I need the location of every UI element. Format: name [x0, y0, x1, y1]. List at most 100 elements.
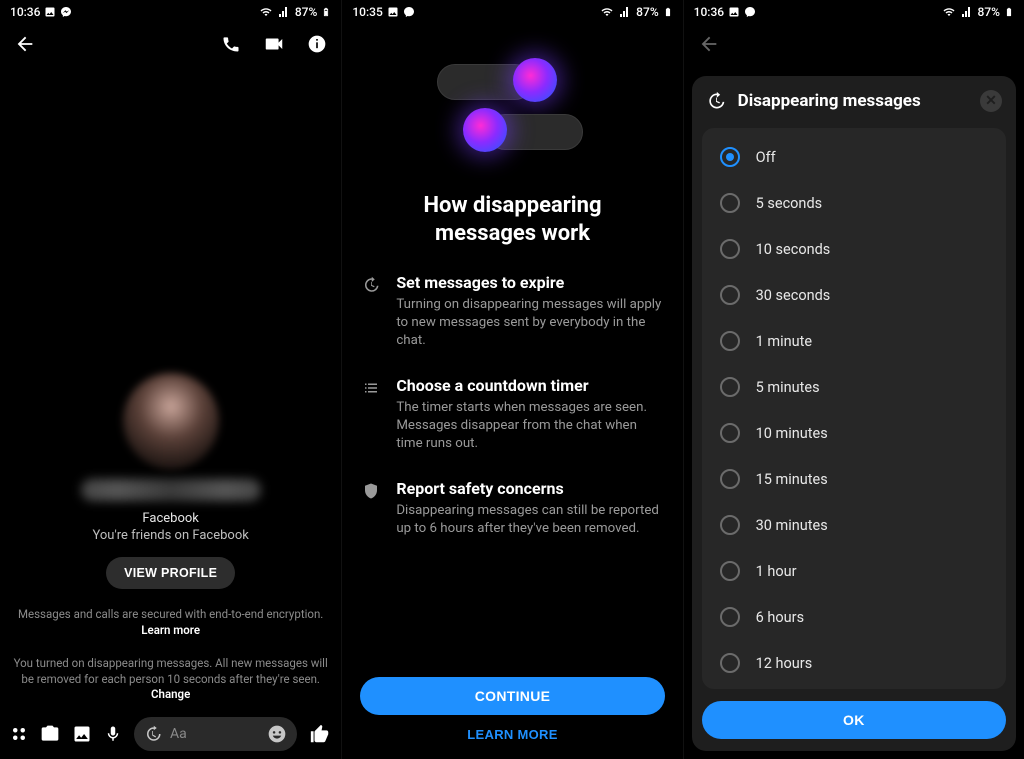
- feature-title: Report safety concerns: [396, 479, 664, 498]
- duration-option[interactable]: 5 seconds: [706, 180, 1002, 226]
- duration-option[interactable]: 1 minute: [706, 318, 1002, 364]
- radio-icon: [720, 607, 740, 627]
- wifi-icon: [600, 6, 614, 18]
- learn-more-button[interactable]: LEARN MORE: [360, 717, 664, 751]
- duration-option[interactable]: 15 minutes: [706, 456, 1002, 502]
- toggle-illustration: [427, 54, 597, 174]
- sheet-title: Disappearing messages: [738, 91, 968, 111]
- shield-icon: [360, 479, 382, 538]
- page-title: How disappearing messages work: [423, 192, 601, 247]
- wifi-icon: [259, 6, 273, 18]
- image-icon: [387, 6, 399, 18]
- duration-option-label: Off: [756, 149, 776, 166]
- radio-icon: [720, 653, 740, 673]
- duration-option-label: 12 hours: [756, 655, 813, 672]
- duration-option-label: 5 seconds: [756, 195, 822, 212]
- history-icon: [706, 91, 726, 111]
- status-bar: 10:35 87%: [342, 0, 682, 24]
- platform-label: Facebook: [142, 511, 198, 526]
- duration-option-label: 6 hours: [756, 609, 804, 626]
- voice-call-icon[interactable]: [221, 34, 241, 54]
- message-placeholder: Aa: [170, 726, 259, 742]
- continue-button[interactable]: CONTINUE: [360, 677, 664, 715]
- radio-icon: [720, 193, 740, 213]
- duration-option[interactable]: 6 hours: [706, 594, 1002, 640]
- sheet-top-bar: [684, 24, 1024, 64]
- feature-report: Report safety concerns Disappearing mess…: [360, 479, 664, 538]
- image-icon: [728, 6, 740, 18]
- feature-expire: Set messages to expire Turning on disapp…: [360, 273, 664, 350]
- feature-timer: Choose a countdown timer The timer start…: [360, 376, 664, 453]
- chat-intro: Facebook You're friends on Facebook VIEW…: [0, 64, 341, 709]
- duration-option[interactable]: 10 seconds: [706, 226, 1002, 272]
- status-bar: 10:36 87%: [684, 0, 1024, 24]
- video-call-icon[interactable]: [263, 33, 285, 55]
- radio-icon: [720, 377, 740, 397]
- clock: 10:36: [10, 5, 40, 19]
- clock: 10:36: [694, 5, 724, 19]
- duration-option[interactable]: 1 hour: [706, 548, 1002, 594]
- duration-option-label: 5 minutes: [756, 379, 820, 396]
- battery-icon: [321, 5, 331, 19]
- chat-top-bar: [0, 24, 341, 64]
- feature-desc: The timer starts when messages are seen.…: [396, 399, 664, 453]
- ok-button[interactable]: OK: [702, 701, 1006, 739]
- battery-text: 87%: [295, 5, 317, 19]
- camera-icon[interactable]: [40, 724, 60, 744]
- duration-option-label: 1 hour: [756, 563, 797, 580]
- wifi-icon: [942, 6, 956, 18]
- duration-option-label: 15 minutes: [756, 471, 828, 488]
- list-icon: [360, 376, 382, 453]
- back-icon[interactable]: [14, 33, 36, 55]
- composer-bar: Aa: [0, 709, 341, 759]
- info-icon[interactable]: [307, 34, 327, 54]
- screen-how-it-works: 10:35 87% How disappearing messages work: [341, 0, 682, 759]
- battery-icon: [1004, 5, 1014, 19]
- duration-option[interactable]: 30 seconds: [706, 272, 1002, 318]
- change-link[interactable]: Change: [151, 687, 190, 701]
- signal-icon: [277, 6, 291, 18]
- duration-option-label: 10 seconds: [756, 241, 831, 258]
- messenger-icon: [744, 6, 756, 18]
- radio-icon: [720, 515, 740, 535]
- message-input[interactable]: Aa: [134, 717, 297, 751]
- duration-option-label: 1 minute: [756, 333, 812, 350]
- learn-more-link[interactable]: Learn more: [141, 623, 200, 637]
- feature-title: Set messages to expire: [396, 273, 664, 292]
- battery-text: 87%: [978, 5, 1000, 19]
- clock: 10:35: [352, 5, 382, 19]
- encryption-notice: Messages and calls are secured with end-…: [12, 607, 329, 638]
- avatar[interactable]: [123, 373, 219, 469]
- close-icon[interactable]: ✕: [980, 90, 1002, 112]
- radio-icon: [720, 423, 740, 443]
- duration-option[interactable]: 30 minutes: [706, 502, 1002, 548]
- mic-icon[interactable]: [104, 725, 122, 743]
- timer-icon: [144, 725, 162, 743]
- duration-option[interactable]: 5 minutes: [706, 364, 1002, 410]
- duration-option[interactable]: 10 minutes: [706, 410, 1002, 456]
- apps-icon[interactable]: [10, 725, 28, 743]
- friendship-status: You're friends on Facebook: [92, 528, 248, 543]
- feature-title: Choose a countdown timer: [396, 376, 664, 395]
- battery-text: 87%: [636, 5, 658, 19]
- duration-option-label: 30 seconds: [756, 287, 831, 304]
- emoji-icon[interactable]: [267, 724, 287, 744]
- back-icon[interactable]: [698, 33, 720, 55]
- radio-icon: [720, 239, 740, 259]
- gallery-icon[interactable]: [72, 724, 92, 744]
- duration-option-label: 30 minutes: [756, 517, 828, 534]
- feature-desc: Turning on disappearing messages will ap…: [396, 296, 664, 350]
- signal-icon: [618, 6, 632, 18]
- duration-option-label: 10 minutes: [756, 425, 828, 442]
- like-icon[interactable]: [309, 723, 331, 745]
- image-icon: [44, 6, 56, 18]
- messenger-icon: [60, 6, 72, 18]
- duration-option-list[interactable]: Off 5 seconds 10 seconds 30 seconds 1 minute…: [702, 128, 1006, 689]
- radio-icon: [720, 285, 740, 305]
- history-icon: [360, 273, 382, 350]
- duration-option[interactable]: 12 hours: [706, 640, 1002, 686]
- duration-option[interactable]: Off: [706, 134, 1002, 180]
- battery-icon: [663, 5, 673, 19]
- view-profile-button[interactable]: VIEW PROFILE: [106, 557, 235, 589]
- duration-sheet: Disappearing messages ✕ Off 5 seconds 10 s…: [692, 76, 1016, 751]
